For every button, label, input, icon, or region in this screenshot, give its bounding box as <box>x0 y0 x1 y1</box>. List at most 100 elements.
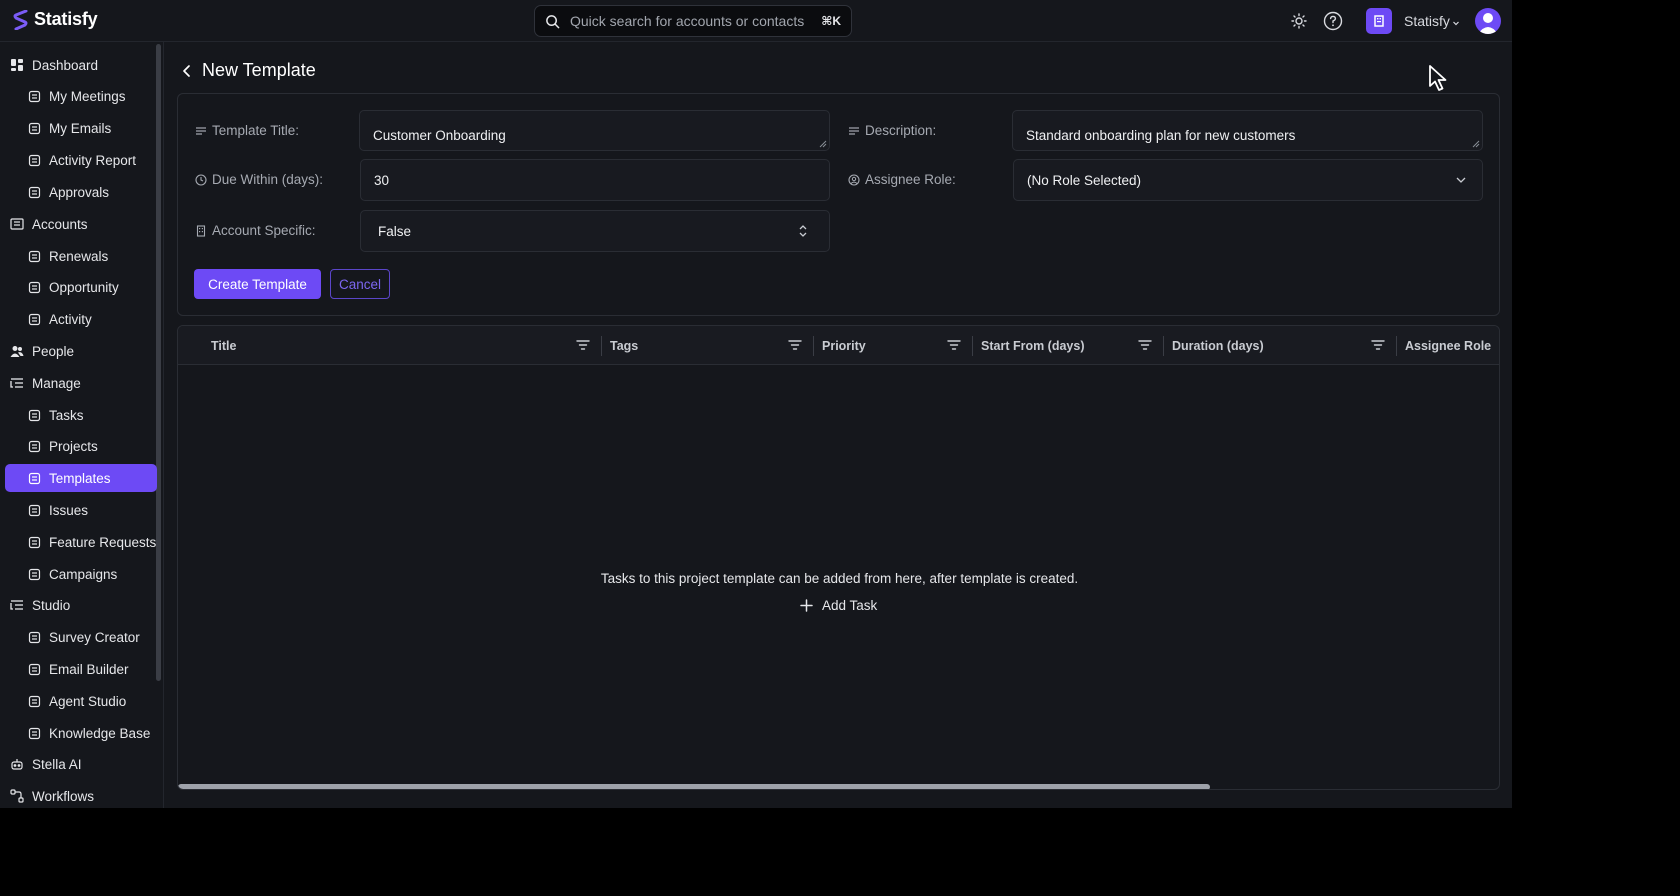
create-template-button[interactable]: Create Template <box>194 269 321 299</box>
sidebar-item-tasks[interactable]: Tasks <box>27 401 157 429</box>
workspace-switcher[interactable]: Statisfy <box>1366 0 1460 42</box>
sidebar-item-activity-report[interactable]: Activity Report <box>27 146 157 174</box>
sidebar-item-my-emails[interactable]: My Emails <box>27 114 157 142</box>
sidebar-item-manage[interactable]: Manage <box>10 369 156 397</box>
due-within-input[interactable]: 30 <box>360 159 830 201</box>
chat-icon <box>27 694 41 708</box>
sidebar-item-approvals[interactable]: Approvals <box>27 178 157 206</box>
column-separator[interactable] <box>813 336 814 356</box>
top-bar: Statisfy Quick search for accounts or co… <box>0 0 1512 42</box>
sidebar-item-label: Templates <box>49 470 111 486</box>
column-separator[interactable] <box>601 336 602 356</box>
resize-handle-icon[interactable] <box>819 140 827 148</box>
column-header-duration[interactable]: Duration (days) <box>1172 326 1264 365</box>
projects-icon <box>27 439 41 453</box>
sidebar-item-email-builder[interactable]: Email Builder <box>27 655 157 683</box>
sidebar-item-templates[interactable]: Templates <box>5 464 157 492</box>
due-within-value: 30 <box>374 172 390 188</box>
column-header-tags[interactable]: Tags <box>610 326 638 365</box>
sidebar-item-dashboard[interactable]: Dashboard <box>10 51 156 79</box>
column-separator[interactable] <box>972 336 973 356</box>
trending-icon <box>27 280 41 294</box>
mail-icon <box>27 567 41 581</box>
sidebar-item-label: My Emails <box>49 120 112 136</box>
back-arrow-icon[interactable] <box>180 64 194 78</box>
user-avatar <box>1475 8 1501 34</box>
quick-search[interactable]: Quick search for accounts or contacts ⌘K <box>534 5 852 37</box>
horizontal-scrollbar[interactable] <box>178 784 1210 789</box>
filter-icon[interactable] <box>1371 339 1385 351</box>
account-specific-select[interactable]: False <box>360 210 830 252</box>
description-value: Standard onboarding plan for new custome… <box>1026 128 1296 143</box>
column-header-assignee-role[interactable]: Assignee Role <box>1405 326 1491 365</box>
account-specific-label: Account Specific: <box>195 223 316 238</box>
grid-header: Title Tags Priority Start From (days) Du… <box>178 326 1499 365</box>
filter-icon[interactable] <box>1138 339 1152 351</box>
sidebar-item-my-meetings[interactable]: My Meetings <box>27 82 157 110</box>
survey-icon <box>27 630 41 644</box>
sidebar-scrollbar[interactable] <box>156 44 161 681</box>
calendar-icon <box>27 89 41 103</box>
sidebar-item-people[interactable]: People <box>10 337 156 365</box>
filter-icon[interactable] <box>576 339 590 351</box>
sidebar-item-survey-creator[interactable]: Survey Creator <box>27 623 157 651</box>
app-name: Statisfy <box>34 9 98 29</box>
sidebar-item-activity[interactable]: Activity <box>27 305 157 333</box>
clock-icon <box>195 173 207 186</box>
sidebar-item-studio[interactable]: Studio <box>10 591 156 619</box>
mouse-cursor-icon <box>1429 65 1447 91</box>
sidebar-item-label: Tasks <box>49 407 84 423</box>
sidebar: Dashboard My Meetings My Emails Activity Re… <box>0 42 164 808</box>
sidebar-item-knowledge-base[interactable]: Knowledge Base <box>27 719 157 747</box>
sidebar-item-feature-requests[interactable]: Feature Requests <box>27 528 157 556</box>
sidebar-item-projects[interactable]: Projects <box>27 432 157 460</box>
assignee-role-select[interactable]: (No Role Selected) <box>1013 159 1483 201</box>
filter-icon[interactable] <box>947 339 961 351</box>
theme-toggle[interactable] <box>1291 0 1307 42</box>
chevron-updown-icon <box>799 225 807 237</box>
document-icon <box>27 471 41 485</box>
sidebar-item-issues[interactable]: Issues <box>27 496 157 524</box>
studio-icon <box>10 598 24 612</box>
sidebar-item-label: Stella AI <box>32 756 82 772</box>
add-task-label: Add Task <box>822 598 878 613</box>
statisfy-logo-icon <box>13 9 28 30</box>
workflow-icon <box>10 789 24 803</box>
sidebar-item-label: My Meetings <box>49 88 126 104</box>
column-header-title[interactable]: Title <box>211 326 236 365</box>
bot-icon <box>10 757 24 771</box>
column-header-start-from[interactable]: Start From (days) <box>981 326 1085 365</box>
sidebar-item-label: Accounts <box>32 216 88 232</box>
accounts-icon <box>10 217 24 231</box>
column-separator[interactable] <box>1396 336 1397 356</box>
sidebar-item-stella-ai[interactable]: Stella AI <box>10 750 156 778</box>
sidebar-item-campaigns[interactable]: Campaigns <box>27 560 157 588</box>
manage-icon <box>10 376 24 390</box>
chevron-down-icon <box>1452 21 1459 25</box>
sidebar-item-label: Renewals <box>49 248 109 264</box>
column-header-priority[interactable]: Priority <box>822 326 866 365</box>
sidebar-item-accounts[interactable]: Accounts <box>10 210 156 238</box>
help-button[interactable] <box>1323 0 1343 42</box>
sidebar-item-label: Dashboard <box>32 57 99 73</box>
column-separator[interactable] <box>1163 336 1164 356</box>
sidebar-item-opportunity[interactable]: Opportunity <box>27 273 157 301</box>
sidebar-item-agent-studio[interactable]: Agent Studio <box>27 687 157 715</box>
cancel-button[interactable]: Cancel <box>330 269 390 299</box>
filter-icon[interactable] <box>788 339 802 351</box>
text-lines-icon <box>196 126 206 135</box>
chevron-down-icon <box>1456 177 1466 183</box>
template-title-input[interactable]: Customer Onboarding <box>359 110 830 151</box>
refresh-icon <box>27 249 41 263</box>
add-task-button[interactable]: Add Task <box>800 598 877 613</box>
user-menu[interactable] <box>1475 0 1501 42</box>
sidebar-item-workflows[interactable]: Workflows <box>10 782 156 808</box>
app-logo[interactable]: Statisfy <box>13 9 98 30</box>
sun-icon <box>1291 13 1307 29</box>
description-input[interactable]: Standard onboarding plan for new custome… <box>1012 110 1483 151</box>
sidebar-item-label: Workflows <box>32 788 95 804</box>
sidebar-item-renewals[interactable]: Renewals <box>27 242 157 270</box>
assignee-role-label: Assignee Role: <box>848 172 956 187</box>
people-icon <box>10 344 24 358</box>
resize-handle-icon[interactable] <box>1472 140 1480 148</box>
